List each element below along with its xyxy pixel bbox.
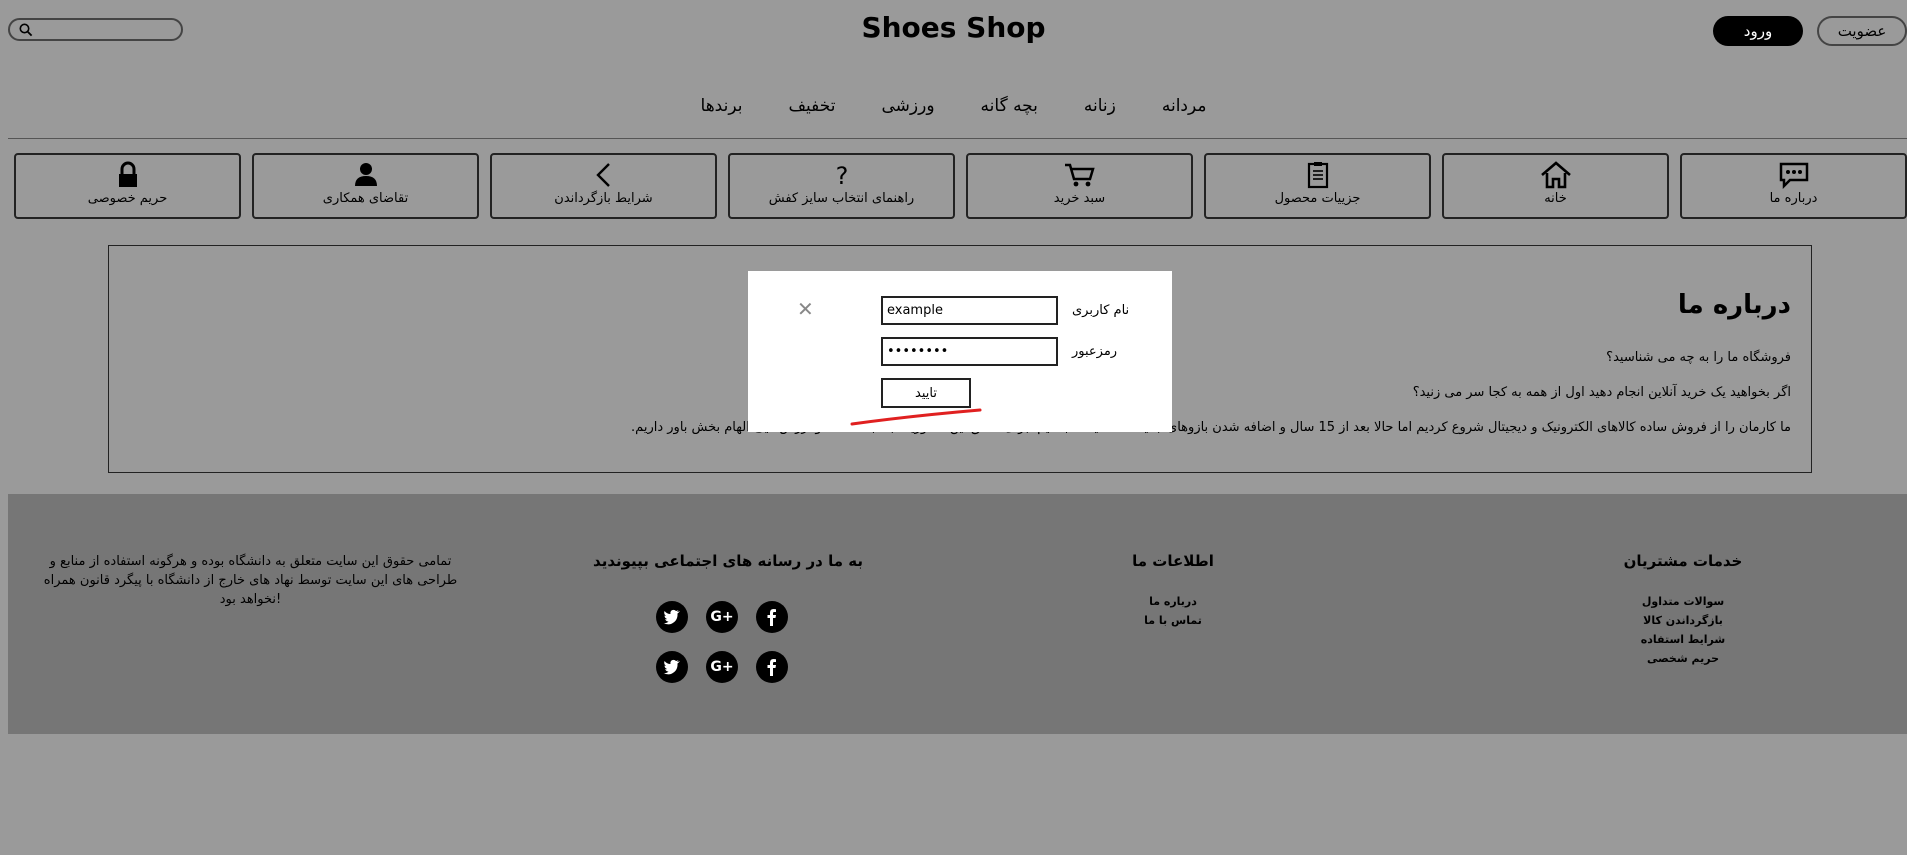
cart-icon: [1064, 163, 1095, 187]
tab-label: خانه: [1544, 191, 1567, 206]
chat-icon: [1779, 162, 1808, 189]
google-plus-icon[interactable]: G+: [706, 601, 738, 633]
tab-cart[interactable]: سبد خرید: [966, 153, 1193, 219]
footer-social-title: به ما در رسانه های اجتماعی بپیوندید: [593, 552, 863, 570]
tab-label: سبد خرید: [1053, 191, 1106, 206]
footer-link-contact[interactable]: تماس با ما: [1098, 614, 1248, 627]
red-annotation-line: [850, 408, 982, 426]
footer-link-returns[interactable]: بازگرداندن کالا: [1608, 614, 1758, 627]
twitter-icon[interactable]: [656, 651, 688, 683]
footer: خدمات مشتریان سوالات متداول بازگرداندن ک…: [8, 494, 1907, 734]
tab-cooperation[interactable]: تقاضای همکاری: [252, 153, 479, 219]
facebook-icon[interactable]: [756, 601, 788, 633]
category-kids[interactable]: بچه گانه: [981, 96, 1038, 116]
footer-customer-services-title: خدمات مشتریان: [1623, 552, 1743, 570]
tab-home[interactable]: خانه: [1442, 153, 1669, 219]
footer-link-faq[interactable]: سوالات متداول: [1608, 595, 1758, 608]
tab-product-details[interactable]: جزییات محصول: [1204, 153, 1431, 219]
tab-label: جزییات محصول: [1274, 191, 1361, 206]
tab-label: درباره ما: [1769, 191, 1818, 206]
tab-privacy[interactable]: حریم خصوصی: [14, 153, 241, 219]
facebook-icon[interactable]: [756, 651, 788, 683]
category-women[interactable]: زنانه: [1084, 96, 1116, 116]
footer-copyright: تمامی حقوق این سایت متعلق به دانشگاه بود…: [43, 554, 458, 607]
clipboard-icon: [1307, 162, 1328, 189]
tab-label: راهنمای انتخاب سایز کفش: [768, 191, 915, 206]
login-button[interactable]: ورود: [1713, 16, 1803, 46]
chevron-left-icon: [595, 163, 610, 187]
tab-return-policy[interactable]: شرایط بازگرداندن: [490, 153, 717, 219]
confirm-button[interactable]: تایید: [881, 378, 971, 408]
question-icon: ?: [835, 162, 848, 189]
tab-label: حریم خصوصی: [87, 191, 168, 206]
category-sports[interactable]: ورزشی: [882, 96, 935, 116]
footer-about-title: اطلاعات ما: [1132, 552, 1214, 570]
tab-size-guide[interactable]: ? راهنمای انتخاب سایز کفش: [728, 153, 955, 219]
twitter-icon[interactable]: [656, 601, 688, 633]
svg-text:?: ?: [835, 162, 848, 189]
icon-tab-bar: درباره ما خانه جزییات محصول سبد خرید ? ر…: [13, 153, 1907, 221]
footer-link-privacy[interactable]: حریم شخصی: [1608, 652, 1758, 665]
about-title: درباره ما: [1677, 290, 1791, 320]
footer-link-about[interactable]: درباره ما: [1098, 595, 1248, 608]
close-icon[interactable]: ✕: [797, 297, 814, 321]
header-divider: [8, 138, 1907, 139]
footer-link-terms[interactable]: شرایط استفاده: [1608, 633, 1758, 646]
category-discount[interactable]: تخفیف: [788, 96, 835, 116]
about-paragraph-2: اگر بخواهید یک خرید آنلاین انجام دهید او…: [1412, 385, 1791, 400]
lock-icon: [118, 161, 137, 187]
user-icon: [354, 163, 377, 186]
username-label: نام کاربری: [1072, 303, 1130, 318]
category-men[interactable]: مردانه: [1162, 96, 1207, 116]
username-input[interactable]: [881, 296, 1058, 325]
site-title: Shoes Shop: [861, 11, 1046, 44]
join-button[interactable]: عضویت: [1817, 16, 1907, 46]
google-plus-icon[interactable]: G+: [706, 651, 738, 683]
tab-label: تقاضای همکاری: [322, 191, 409, 206]
password-input[interactable]: [881, 337, 1058, 366]
tab-about-us[interactable]: درباره ما: [1680, 153, 1907, 219]
about-paragraph-1: فروشگاه ما را به چه می شناسید؟: [1606, 350, 1791, 365]
category-brands[interactable]: برندها: [701, 96, 743, 116]
category-nav: مردانه زنانه بچه گانه ورزشی تخفیف برندها: [0, 96, 1907, 116]
password-label: رمزعبور: [1072, 344, 1118, 359]
home-icon: [1540, 161, 1571, 189]
tab-label: شرایط بازگرداندن: [554, 191, 653, 206]
